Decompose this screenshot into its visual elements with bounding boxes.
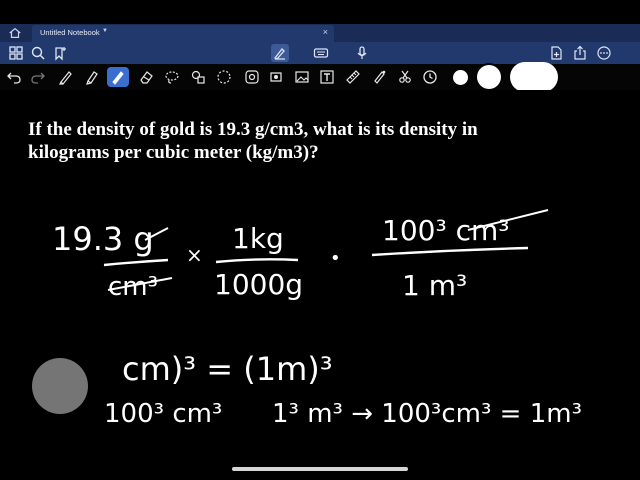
- app-window: Untitled Notebook ▼ × If the density of …: [0, 0, 640, 480]
- undo-icon[interactable]: [6, 69, 22, 85]
- pen-nib-icon[interactable]: [271, 44, 289, 62]
- lasso-select-icon[interactable]: [216, 69, 232, 85]
- element-icon[interactable]: [268, 69, 284, 85]
- chevron-down-icon[interactable]: ▼: [102, 28, 108, 34]
- handwriting-layer: 19.3 g cm³ × 1kg 1000g • 100³ cm³ 1 m³ c…: [52, 209, 582, 429]
- pen-icon[interactable]: [58, 69, 74, 85]
- tab-title: Untitled Notebook: [40, 28, 100, 37]
- term1-denominator: cm³: [108, 272, 158, 302]
- grid-icon[interactable]: [8, 45, 24, 61]
- timer-icon[interactable]: [422, 69, 438, 85]
- shapes-icon[interactable]: [190, 69, 206, 85]
- home-icon[interactable]: [8, 26, 22, 40]
- eraser-icon[interactable]: [138, 69, 154, 85]
- main-toolbar: [0, 42, 640, 64]
- highlighter-icon[interactable]: [84, 69, 100, 85]
- pen-size-medium[interactable]: [477, 65, 501, 89]
- term2-denominator: 1000g: [214, 268, 303, 301]
- pen-color-white[interactable]: [510, 62, 558, 92]
- redo-icon[interactable]: [30, 69, 46, 85]
- more-icon[interactable]: [596, 45, 612, 61]
- fraction-bar: [371, 246, 529, 257]
- share-icon[interactable]: [572, 45, 588, 61]
- equation-line-2: cm)³ = (1m)³: [122, 350, 333, 388]
- floating-assistive-button[interactable]: [32, 358, 88, 414]
- close-tab-button[interactable]: ×: [323, 27, 328, 37]
- add-page-icon[interactable]: [548, 45, 564, 61]
- tab-bar: Untitled Notebook ▼ ×: [0, 24, 640, 42]
- laser-pointer-icon[interactable]: [371, 69, 387, 85]
- notebook-tab[interactable]: Untitled Notebook ▼ ×: [32, 25, 334, 42]
- sticker-icon[interactable]: [244, 69, 260, 85]
- dot-operator: •: [330, 248, 341, 269]
- drawing-toolbar: [0, 62, 640, 92]
- fraction-bar: [103, 258, 169, 267]
- ruler-icon[interactable]: [345, 69, 361, 85]
- term3-denominator: 1 m³: [402, 269, 467, 302]
- selected-pen-tool[interactable]: [107, 67, 129, 87]
- fraction-bar: [215, 258, 299, 264]
- search-icon[interactable]: [30, 45, 46, 61]
- scissors-icon[interactable]: [397, 69, 413, 85]
- term1-numerator: 19.3 g: [52, 220, 154, 258]
- equation-line-3-left: 100³ cm³: [104, 399, 222, 429]
- bookmark-plus-icon[interactable]: [52, 45, 68, 61]
- equation-line-3-right: 1³ m³ → 100³cm³ = 1m³: [272, 399, 582, 429]
- keyboard-icon[interactable]: [313, 45, 329, 61]
- multiply-sign: ×: [186, 243, 203, 267]
- notebook-canvas[interactable]: If the density of gold is 19.3 g/cm3, wh…: [0, 90, 640, 455]
- home-indicator[interactable]: [232, 467, 408, 471]
- text-icon[interactable]: [319, 69, 335, 85]
- microphone-icon[interactable]: [354, 45, 370, 61]
- lasso-icon[interactable]: [164, 69, 180, 85]
- pen-size-small[interactable]: [453, 70, 468, 85]
- image-icon[interactable]: [294, 69, 310, 85]
- term3-numerator: 100³ cm³: [382, 214, 509, 247]
- term2-numerator: 1kg: [232, 222, 284, 255]
